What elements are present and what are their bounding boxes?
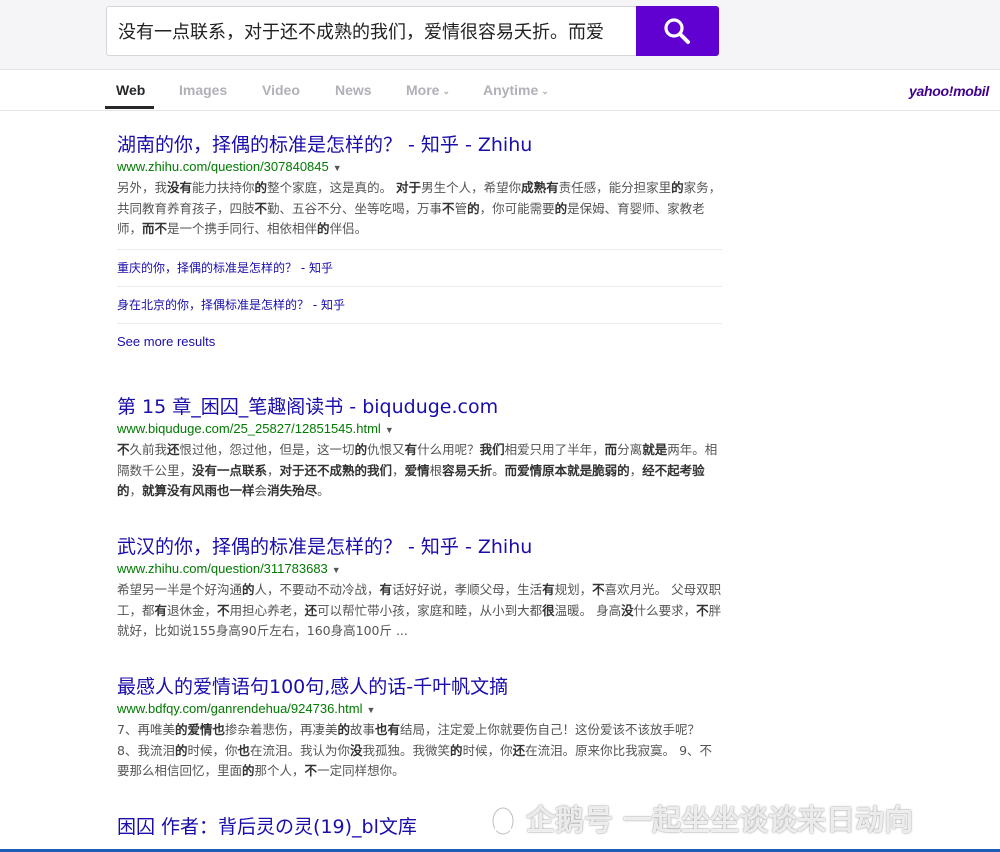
result-snippet: 7、再唯美的爱情也掺杂着悲伤，再凄美的故事也有结局，注定爱上你就要伤自己！这份爱…: [117, 722, 713, 778]
sub-link[interactable]: 身在北京的你，择偶标准是怎样的？ - 知乎: [117, 287, 722, 324]
search-result: 武汉的你，择偶的标准是怎样的？ - 知乎 - Zhihu www.zhihu.c…: [117, 534, 722, 642]
tab-news[interactable]: News: [335, 70, 372, 110]
result-url-text: www.bdfqy.com/ganrendehua/924736.html: [117, 701, 363, 716]
result-title-link[interactable]: 最感人的爱情语句100句,感人的话-千叶帆文摘: [117, 674, 722, 700]
chevron-down-icon[interactable]: ▼: [385, 425, 394, 435]
chevron-down-icon: ⌄: [442, 86, 450, 96]
search-result: 湖南的你，择偶的标准是怎样的？ - 知乎 - Zhihu www.zhihu.c…: [117, 132, 722, 360]
tab-more-label: More: [406, 82, 440, 98]
search-button[interactable]: [636, 6, 719, 56]
active-tab-indicator: [105, 106, 154, 109]
chevron-down-icon[interactable]: ▼: [332, 565, 341, 575]
tab-more[interactable]: More ⌄: [406, 70, 450, 110]
tab-anytime[interactable]: Anytime ⌄: [483, 70, 549, 110]
result-title-link[interactable]: 武汉的你，择偶的标准是怎样的？ - 知乎 - Zhihu: [117, 534, 722, 560]
result-snippet: 希望另一半是个好沟通的人，不要动不动冷战，有话好好说，孝顺父母，生活有规划，不喜…: [117, 582, 722, 638]
search-header: [0, 0, 1000, 70]
search-box[interactable]: [106, 6, 636, 56]
result-snippet: 另外，我没有能力扶持你的整个家庭，这是真的。 对于男生个人，希望你成熟有责任感，…: [117, 180, 722, 236]
chevron-down-icon[interactable]: ▼: [333, 163, 342, 173]
yahoo-logo[interactable]: yahoo!mobil: [909, 80, 989, 102]
search-input[interactable]: [107, 7, 636, 55]
sub-links: 重庆的你，择偶的标准是怎样的？ - 知乎 身在北京的你，择偶标准是怎样的？ - …: [117, 248, 722, 324]
chevron-down-icon[interactable]: ▼: [366, 705, 375, 715]
search-icon: [664, 18, 690, 44]
search-result: 最感人的爱情语句100句,感人的话-千叶帆文摘 www.bdfqy.com/ga…: [117, 674, 722, 782]
result-url[interactable]: www.biquduge.com/25_25827/12851545.html ▼: [117, 420, 722, 439]
tab-images[interactable]: Images: [179, 70, 227, 110]
result-url[interactable]: www.zhihu.com/question/307840845 ▼: [117, 158, 722, 177]
watermark: 企鹅号 一起坐坐谈谈来日动向: [486, 800, 913, 840]
result-title-link[interactable]: 湖南的你，择偶的标准是怎样的？ - 知乎 - Zhihu: [117, 132, 722, 158]
sub-link[interactable]: 重庆的你，择偶的标准是怎样的？ - 知乎: [117, 250, 722, 287]
watermark-text: 企鹅号 一起坐坐谈谈来日动向: [526, 803, 914, 837]
result-url[interactable]: www.zhihu.com/question/311783683 ▼: [117, 560, 722, 579]
result-snippet: 不久前我还恨过他，怨过他，但是，这一切的仇恨又有什么用呢？我们相爱只用了半年，而…: [117, 442, 718, 498]
tab-video[interactable]: Video: [262, 70, 300, 110]
tab-anytime-label: Anytime: [483, 82, 539, 98]
result-url-text: www.biquduge.com/25_25827/12851545.html: [117, 421, 381, 436]
search-result: 第 15 章_困囚_笔趣阁读书 - biquduge.com www.biqud…: [117, 394, 722, 502]
vertical-tabs: Web Images Video News More ⌄ Anytime ⌄: [0, 70, 1000, 111]
tab-web[interactable]: Web: [116, 70, 145, 110]
see-more-results-link[interactable]: See more results: [117, 324, 722, 360]
chevron-down-icon: ⌄: [541, 86, 549, 96]
result-url[interactable]: www.bdfqy.com/ganrendehua/924736.html ▼: [117, 700, 722, 719]
result-url-text: www.zhihu.com/question/307840845: [117, 159, 329, 174]
result-url-text: www.zhihu.com/question/311783683: [117, 561, 328, 576]
result-title-link[interactable]: 第 15 章_困囚_笔趣阁读书 - biquduge.com: [117, 394, 722, 420]
